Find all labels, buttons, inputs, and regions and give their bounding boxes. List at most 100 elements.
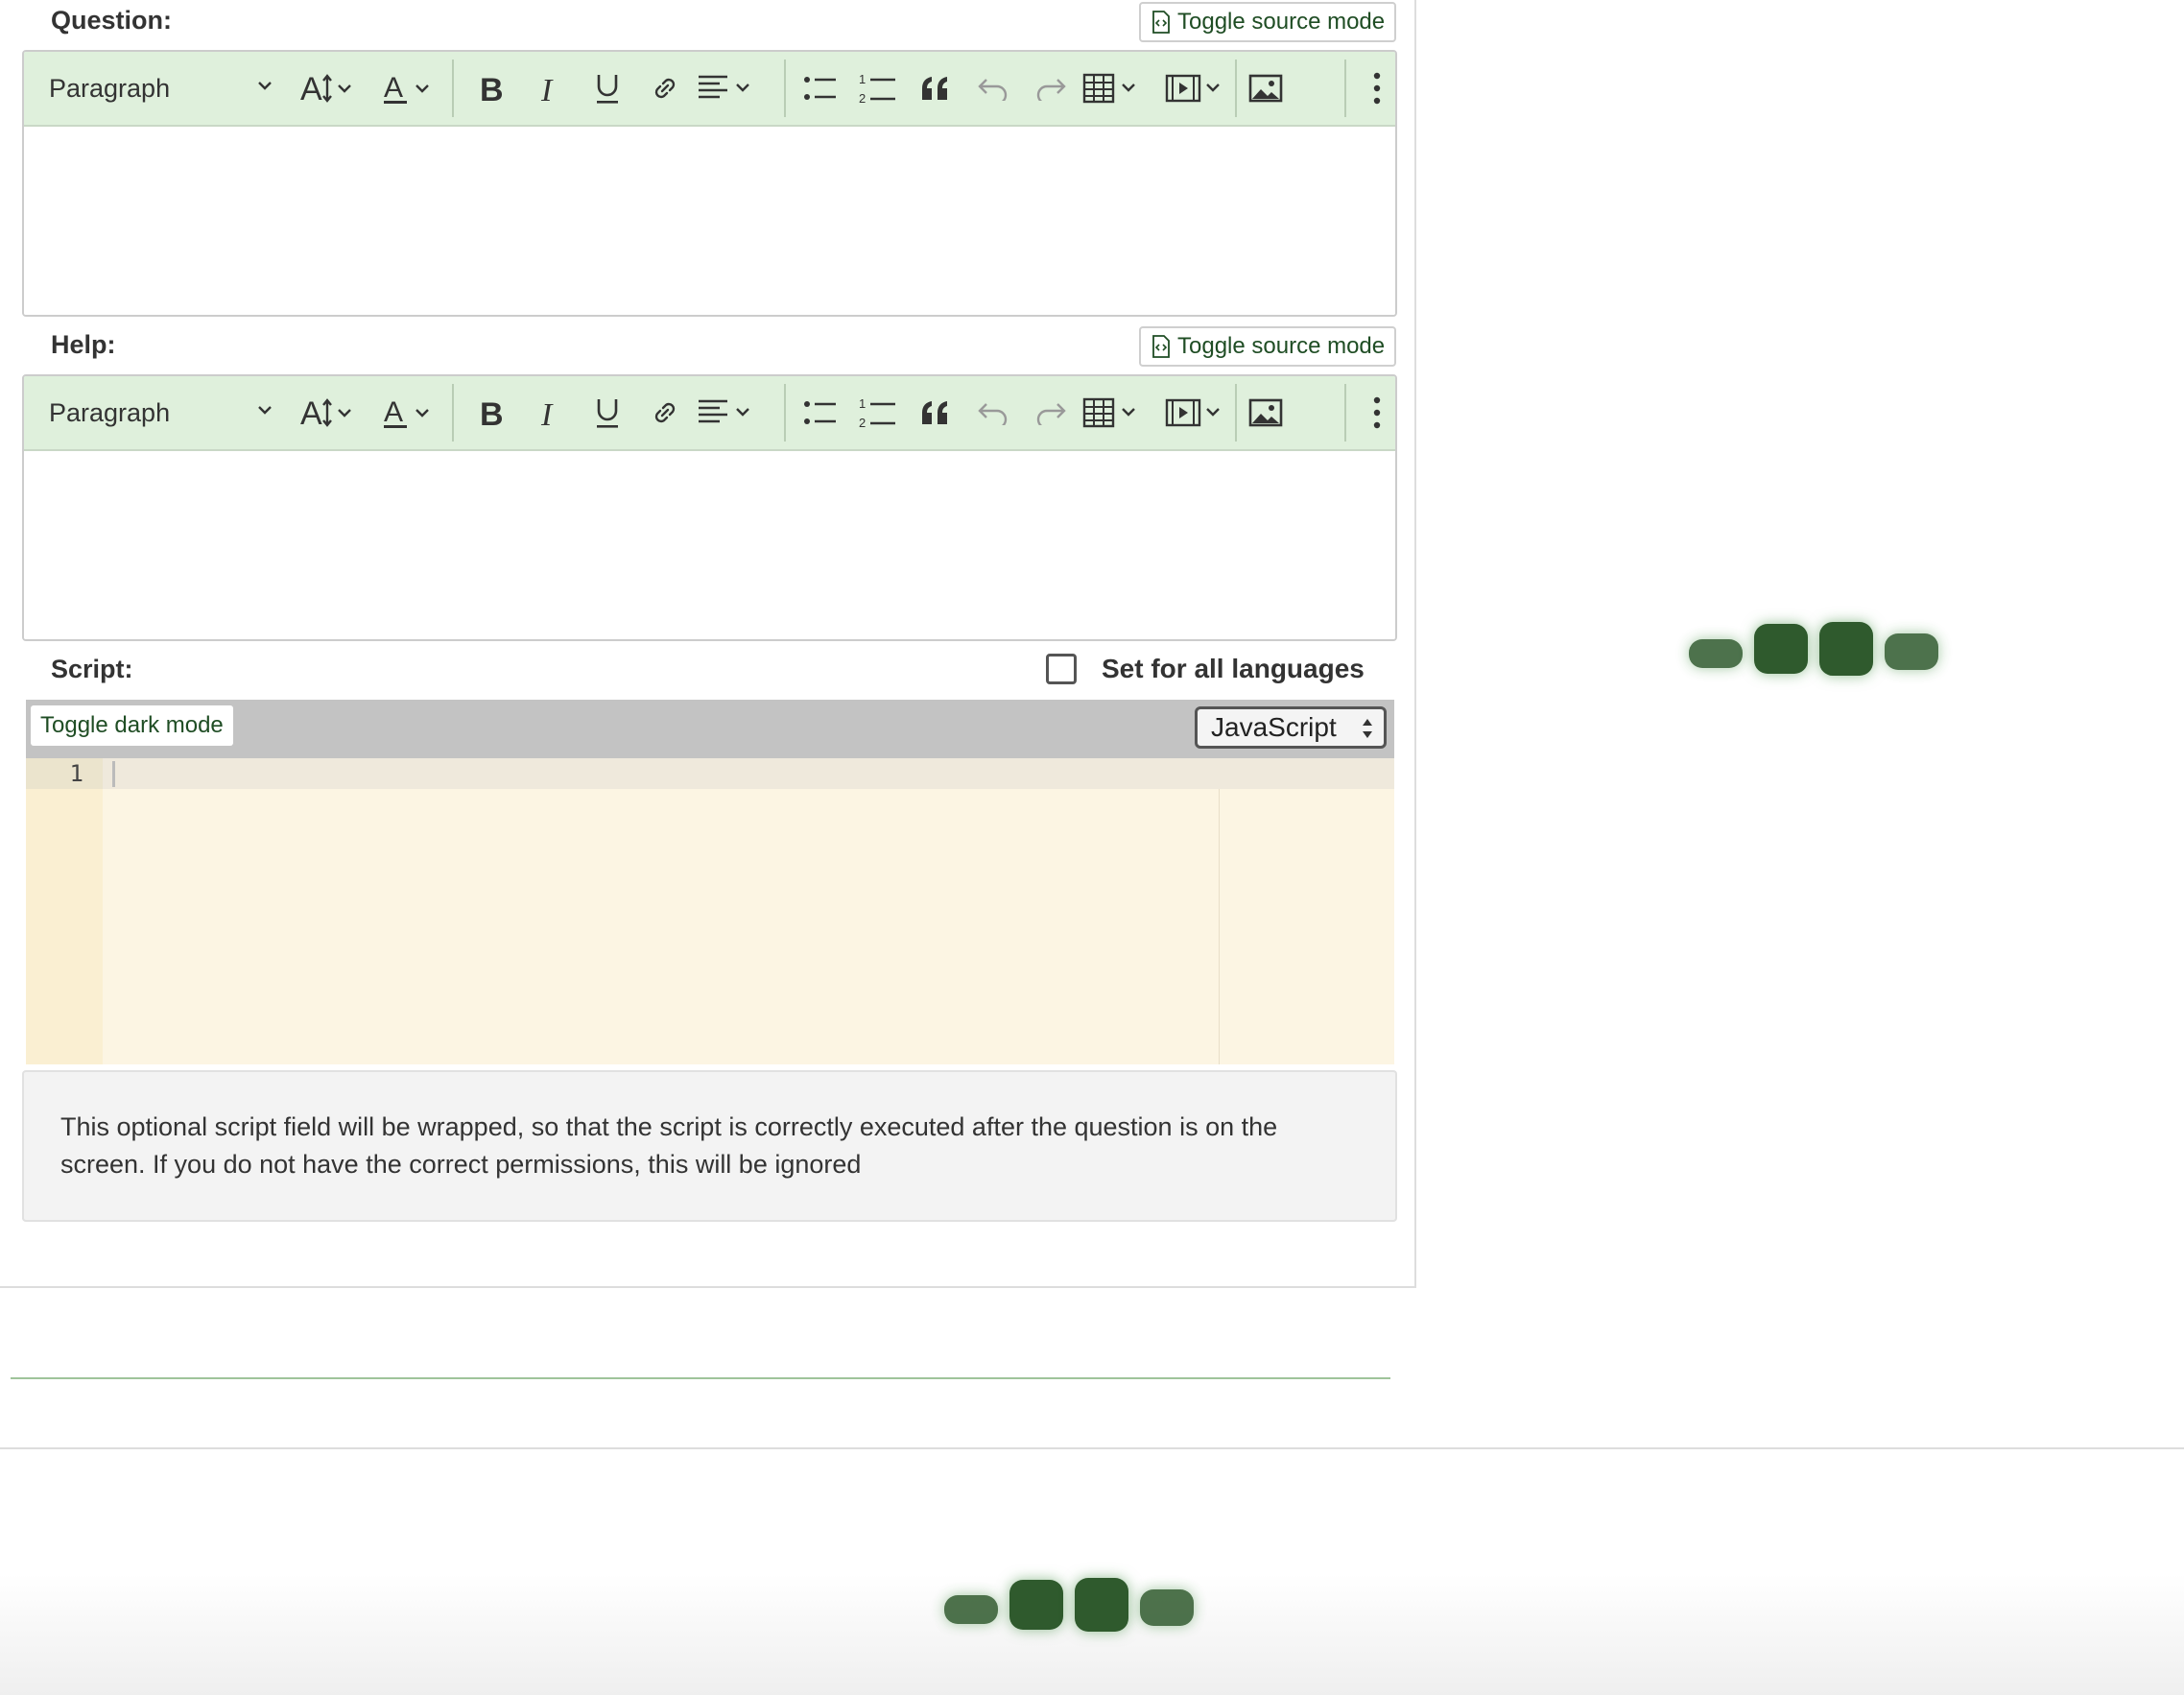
set-all-languages: Set for all languages bbox=[1046, 654, 1365, 684]
svg-text:B: B bbox=[480, 396, 504, 429]
loading-dot bbox=[1754, 624, 1808, 674]
bullet-list-button[interactable] bbox=[792, 376, 849, 449]
font-size-button[interactable]: A bbox=[297, 52, 367, 125]
underline-button[interactable] bbox=[579, 52, 636, 125]
help-paragraph-label: Paragraph bbox=[49, 397, 171, 427]
blockquote-icon bbox=[922, 401, 947, 424]
font-color-button[interactable]: A bbox=[379, 376, 442, 449]
chevron-down-icon bbox=[258, 82, 272, 90]
loading-dot bbox=[1140, 1589, 1194, 1626]
script-help-text: This optional script field will be wrapp… bbox=[22, 1070, 1397, 1222]
undo-button[interactable] bbox=[964, 376, 1022, 449]
font-size-button[interactable]: A bbox=[297, 376, 367, 449]
question-paragraph-label: Paragraph bbox=[49, 73, 171, 103]
svg-text:A: A bbox=[300, 395, 322, 432]
question-paragraph-dropdown[interactable]: Paragraph bbox=[24, 52, 283, 125]
redo-button[interactable] bbox=[1022, 376, 1080, 449]
bullet-list-icon bbox=[804, 401, 836, 424]
table-button[interactable] bbox=[1080, 52, 1149, 125]
loading-dot bbox=[1009, 1580, 1063, 1630]
italic-icon: I bbox=[540, 397, 554, 429]
numbered-list-button[interactable]: 1 2 bbox=[849, 376, 907, 449]
image-icon bbox=[1248, 74, 1283, 103]
page: Question: Toggle source mode Paragraph A bbox=[0, 0, 2184, 1695]
table-icon bbox=[1082, 397, 1135, 428]
question-rich-text-editor: Paragraph A A B I 1 2 bbox=[22, 50, 1397, 317]
toolbar-separator bbox=[452, 384, 454, 442]
help-toggle-source-button[interactable]: Toggle source mode bbox=[1139, 326, 1396, 367]
undo-icon bbox=[978, 403, 1008, 425]
align-button[interactable] bbox=[694, 52, 763, 125]
svg-text:A: A bbox=[384, 72, 403, 104]
svg-text:2: 2 bbox=[859, 91, 866, 105]
loading-indicator bbox=[1689, 620, 1940, 678]
table-icon bbox=[1082, 73, 1135, 104]
link-icon bbox=[654, 402, 676, 423]
blockquote-icon bbox=[922, 77, 947, 100]
font-color-icon: A bbox=[384, 72, 429, 104]
toolbar-separator bbox=[452, 60, 454, 117]
help-paragraph-dropdown[interactable]: Paragraph bbox=[24, 376, 283, 449]
numbered-list-button[interactable]: 1 2 bbox=[849, 52, 907, 125]
insert-image-button[interactable] bbox=[1237, 52, 1294, 125]
align-icon bbox=[699, 75, 749, 99]
source-code-icon bbox=[1152, 335, 1170, 358]
line-number-gutter bbox=[26, 758, 103, 1064]
insert-image-button[interactable] bbox=[1237, 376, 1294, 449]
blockquote-button[interactable] bbox=[907, 376, 964, 449]
align-icon bbox=[699, 399, 749, 423]
loading-indicator bbox=[944, 1576, 1196, 1634]
svg-text:2: 2 bbox=[859, 416, 866, 429]
question-label: Question: bbox=[51, 6, 172, 35]
question-toggle-source-button[interactable]: Toggle source mode bbox=[1139, 2, 1396, 42]
loading-dot bbox=[1689, 639, 1743, 668]
set-all-languages-checkbox[interactable] bbox=[1046, 654, 1077, 684]
language-select[interactable]: JavaScript bbox=[1195, 706, 1387, 749]
language-select-value: JavaScript bbox=[1211, 712, 1337, 742]
media-embed-button[interactable] bbox=[1162, 376, 1231, 449]
image-icon bbox=[1248, 398, 1283, 427]
underline-button[interactable] bbox=[579, 376, 636, 449]
loading-dot bbox=[1885, 633, 1938, 670]
underline-icon bbox=[597, 399, 618, 428]
font-size-icon: A bbox=[300, 395, 351, 432]
font-size-icon: A bbox=[300, 71, 351, 107]
bold-button[interactable]: B bbox=[463, 52, 521, 125]
help-editor-content[interactable] bbox=[24, 451, 1395, 639]
blockquote-button[interactable] bbox=[907, 52, 964, 125]
link-icon bbox=[654, 78, 676, 99]
bold-button[interactable]: B bbox=[463, 376, 521, 449]
question-settings-panel: Question: Toggle source mode Paragraph A bbox=[0, 0, 1416, 1288]
media-icon bbox=[1165, 398, 1220, 427]
svg-text:B: B bbox=[480, 72, 504, 105]
font-color-icon: A bbox=[384, 396, 429, 428]
link-button[interactable] bbox=[636, 52, 694, 125]
bullet-list-button[interactable] bbox=[792, 52, 849, 125]
italic-button[interactable]: I bbox=[521, 52, 579, 125]
link-button[interactable] bbox=[636, 376, 694, 449]
numbered-list-icon: 1 2 bbox=[859, 72, 895, 105]
toggle-dark-mode-button[interactable]: Toggle dark mode bbox=[31, 705, 233, 746]
section-divider bbox=[11, 1377, 1390, 1379]
toolbar-separator bbox=[784, 60, 786, 117]
toolbar-separator bbox=[1344, 384, 1346, 442]
toolbar-separator bbox=[1344, 60, 1346, 117]
redo-button[interactable] bbox=[1022, 52, 1080, 125]
media-embed-button[interactable] bbox=[1162, 52, 1231, 125]
italic-button[interactable]: I bbox=[521, 376, 579, 449]
font-color-button[interactable]: A bbox=[379, 52, 442, 125]
numbered-list-icon: 1 2 bbox=[859, 396, 895, 429]
undo-button[interactable] bbox=[964, 52, 1022, 125]
redo-icon bbox=[1036, 79, 1066, 101]
question-editor-content[interactable] bbox=[24, 127, 1395, 315]
script-code-editor[interactable]: Toggle dark mode JavaScript 1 bbox=[26, 700, 1394, 1064]
help-rich-text-editor: Paragraph A A B I 1 2 bbox=[22, 374, 1397, 641]
redo-icon bbox=[1036, 403, 1066, 425]
align-button[interactable] bbox=[694, 376, 763, 449]
table-button[interactable] bbox=[1080, 376, 1149, 449]
more-options-button[interactable] bbox=[1358, 376, 1395, 449]
svg-text:I: I bbox=[540, 73, 554, 105]
svg-text:A: A bbox=[300, 71, 322, 107]
more-options-button[interactable] bbox=[1358, 52, 1395, 125]
source-code-icon bbox=[1152, 11, 1170, 34]
